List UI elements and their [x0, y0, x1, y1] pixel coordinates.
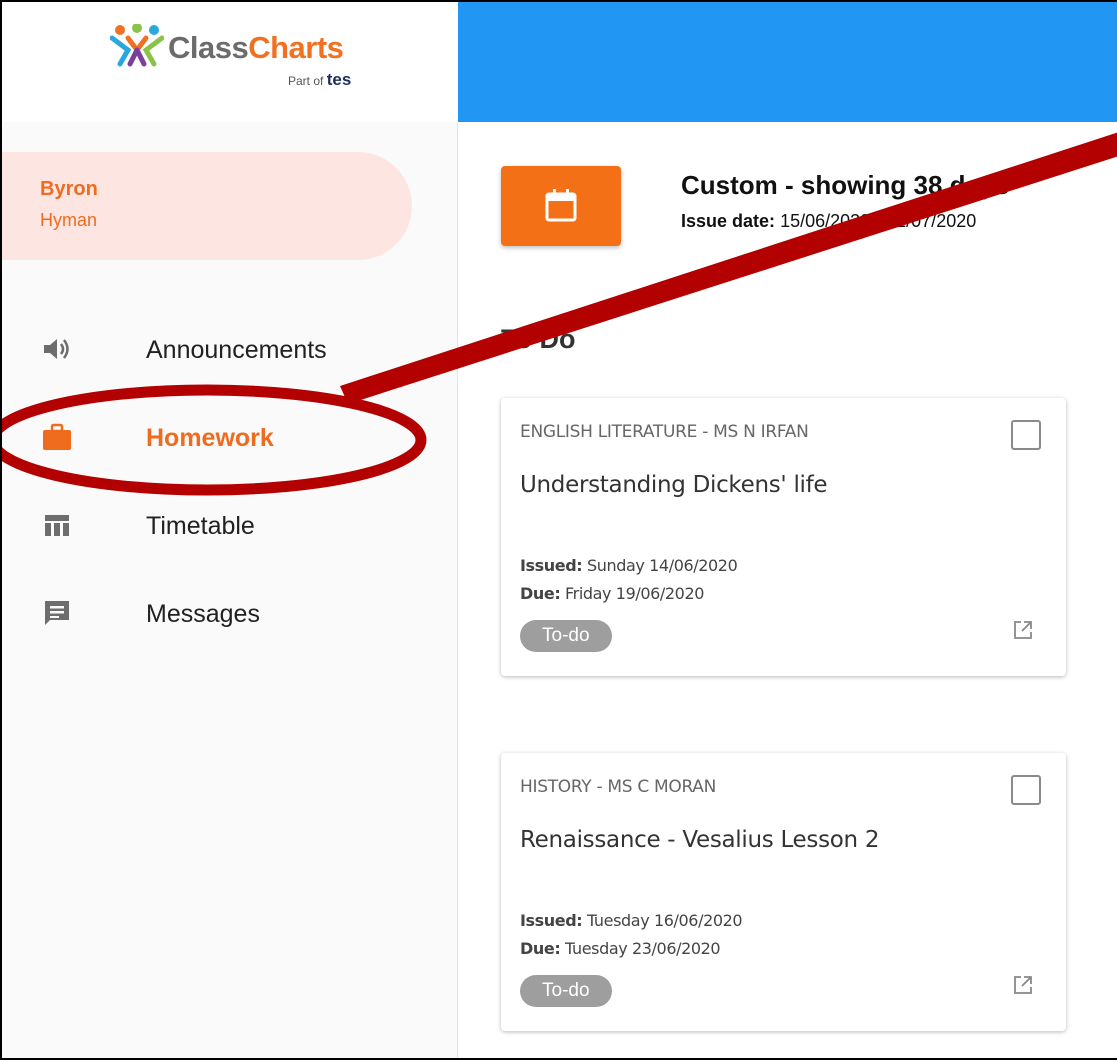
- homework-title[interactable]: Understanding Dickens' life: [520, 472, 828, 498]
- homework-subject: HISTORY - MS C MORAN: [520, 777, 717, 797]
- sidebar-item-timetable[interactable]: Timetable: [2, 496, 458, 556]
- student-first-name: Byron: [40, 178, 98, 200]
- date-range-title: Custom - showing 38 days: [681, 170, 1009, 200]
- issued-date: Sunday 14/06/2020: [586, 556, 738, 575]
- due-date: Tuesday 23/06/2020: [565, 939, 721, 958]
- logo-subtitle: Part of tes: [288, 70, 351, 90]
- date-range-button[interactable]: [501, 166, 621, 246]
- homework-due: Due: Tuesday 23/06/2020: [520, 939, 721, 958]
- due-label: Due:: [520, 939, 561, 958]
- homework-title[interactable]: Renaissance - Vesalius Lesson 2: [520, 827, 879, 853]
- sidebar-item-label: Homework: [146, 424, 274, 452]
- homework-card[interactable]: HISTORY - MS C MORAN Renaissance - Vesal…: [501, 753, 1066, 1031]
- homework-issued: Issued: Sunday 14/06/2020: [520, 556, 738, 575]
- issue-date-value: 15/06/2020 - 22/07/2020: [780, 211, 977, 231]
- completed-checkbox[interactable]: [1011, 775, 1041, 805]
- logo-area: ClassCharts Part of tes: [2, 2, 458, 122]
- calendar-icon: [545, 189, 577, 222]
- issue-date-label: Issue date:: [681, 211, 776, 231]
- issued-label: Issued:: [520, 556, 583, 575]
- student-last-name: Hyman: [40, 210, 98, 230]
- logo-word-charts: Charts: [248, 30, 344, 65]
- issued-label: Issued:: [520, 911, 583, 930]
- due-label: Due:: [520, 584, 561, 603]
- logo-word-class: Class: [168, 30, 249, 65]
- student-profile[interactable]: Byron Hyman: [2, 152, 412, 260]
- issue-date-range: Issue date: 15/06/2020 - 22/07/2020: [681, 211, 976, 232]
- timetable-icon: [45, 515, 69, 536]
- sidebar-item-messages[interactable]: Messages: [2, 584, 458, 644]
- issued-date: Tuesday 16/06/2020: [586, 911, 743, 930]
- section-title-todo: To Do: [501, 324, 576, 354]
- status-badge: To-do: [520, 620, 612, 652]
- homework-card[interactable]: ENGLISH LITERATURE - MS N IRFAN Understa…: [501, 398, 1066, 676]
- homework-due: Due: Friday 19/06/2020: [520, 584, 704, 603]
- message-icon: [45, 601, 69, 625]
- sidebar-item-homework[interactable]: Homework: [2, 408, 458, 468]
- homework-main: Custom - showing 38 days Issue date: 15/…: [458, 122, 1117, 1058]
- speaker-icon: [44, 339, 69, 359]
- sidebar: ClassCharts Part of tes Byron Hyman Anno…: [2, 2, 458, 1058]
- open-external-icon[interactable]: [1013, 975, 1033, 995]
- top-app-bar: [458, 2, 1117, 122]
- logo-wordmark: ClassCharts: [168, 30, 344, 66]
- due-date: Friday 19/06/2020: [565, 584, 705, 603]
- open-external-icon[interactable]: [1013, 620, 1033, 640]
- homework-issued: Issued: Tuesday 16/06/2020: [520, 911, 743, 930]
- briefcase-icon: [43, 423, 71, 450]
- completed-checkbox[interactable]: [1011, 420, 1041, 450]
- app-window: ClassCharts Part of tes Byron Hyman Anno…: [0, 0, 1117, 1060]
- sidebar-item-label: Timetable: [146, 512, 255, 540]
- homework-subject: ENGLISH LITERATURE - MS N IRFAN: [520, 422, 809, 442]
- tes-logo-text: tes: [326, 70, 352, 89]
- sidebar-item-label: Announcements: [146, 336, 327, 364]
- sidebar-item-label: Messages: [146, 600, 260, 628]
- people-logo-icon: [110, 24, 164, 67]
- classcharts-logo[interactable]: ClassCharts Part of tes: [110, 16, 370, 96]
- sidebar-item-announcements[interactable]: Announcements: [2, 320, 458, 380]
- status-badge: To-do: [520, 975, 612, 1007]
- logo-sub-prefix: Part of: [288, 74, 324, 88]
